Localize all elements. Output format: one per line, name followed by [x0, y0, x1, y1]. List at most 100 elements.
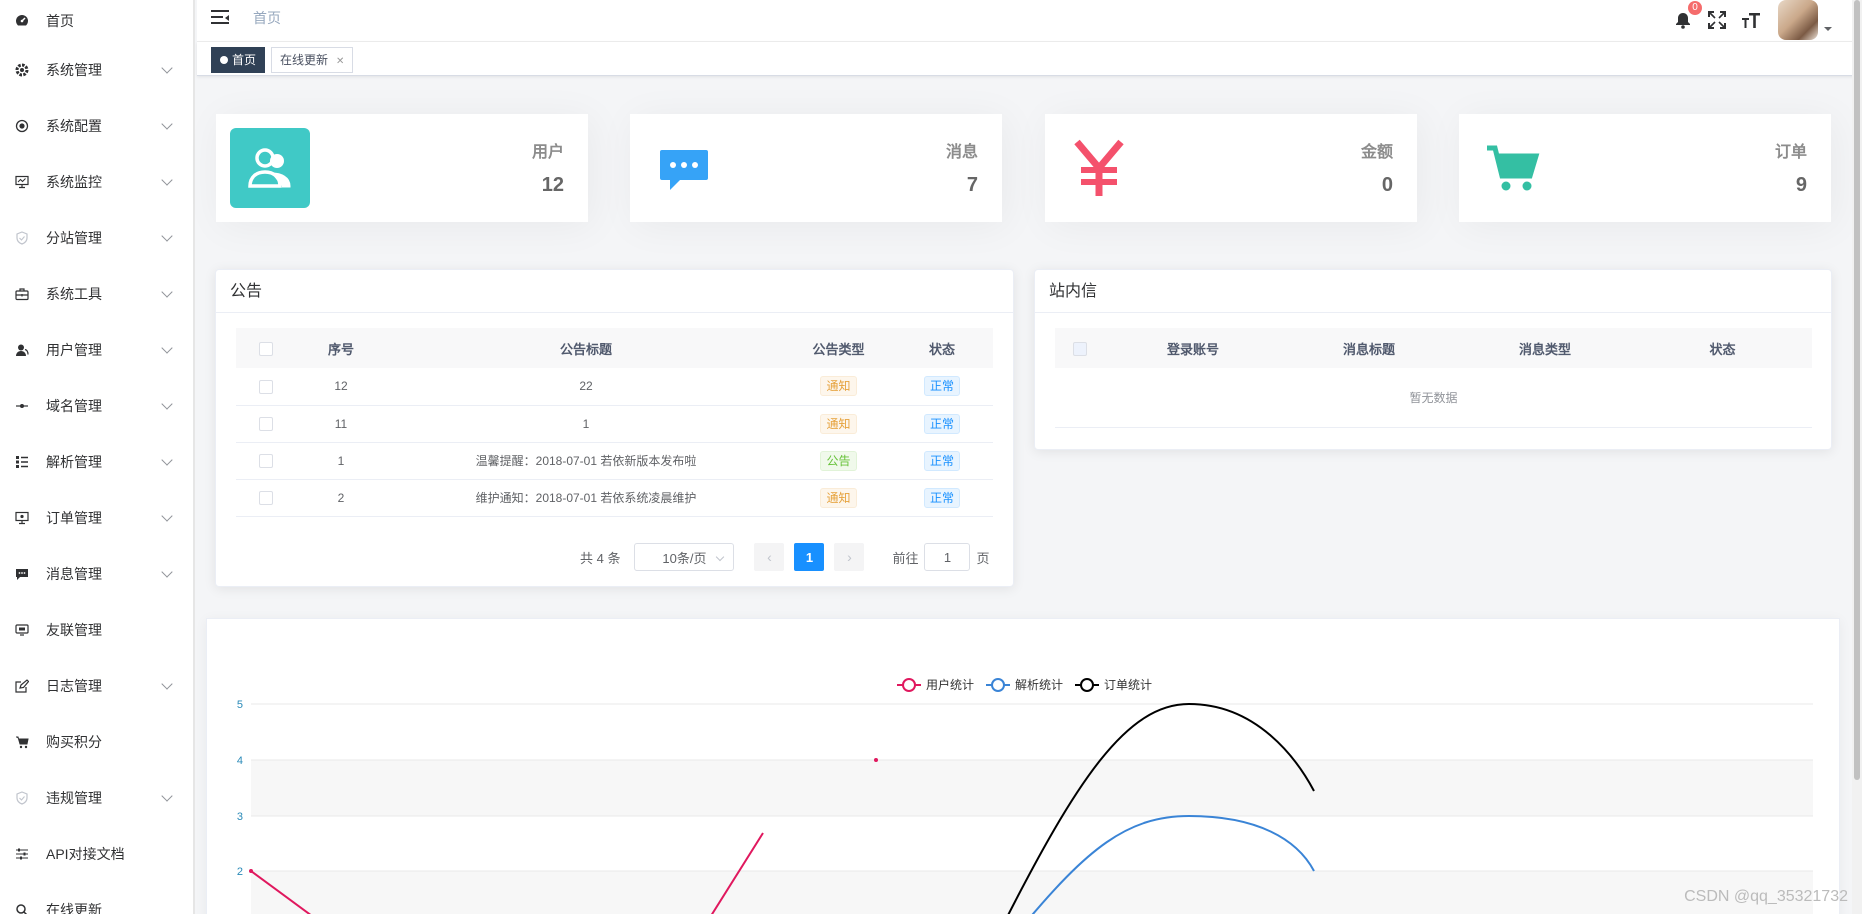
sidebar-item-label: 友联管理 — [46, 622, 102, 638]
line-chart: 5 4 3 2 用户统计 解析统计 订单统计 — [237, 677, 1813, 914]
sidebar-item-label: 系统管理 — [46, 62, 102, 78]
select-all-header — [1055, 328, 1105, 368]
hamburger-icon[interactable] — [211, 10, 229, 26]
column-header[interactable]: 公告类型 — [786, 328, 891, 368]
cell-id: 2 — [296, 479, 386, 517]
sidebar-item[interactable]: 订单管理 — [0, 490, 193, 546]
legend-label: 解析统计 — [1015, 678, 1063, 692]
legend-label: 订单统计 — [1104, 678, 1152, 692]
stat-card-messages[interactable]: 消息 7 — [630, 114, 1002, 222]
tag-home[interactable]: 首页 — [211, 47, 266, 73]
sidebar-item[interactable]: 系统配置 — [0, 98, 193, 154]
row-select-cell — [236, 368, 296, 406]
sidebar-item[interactable]: 系统工具 — [0, 266, 193, 322]
sidebar-item-label: 消息管理 — [46, 566, 102, 582]
sidebar-item[interactable]: 违规管理 — [0, 770, 193, 826]
chevron-down-icon — [161, 62, 173, 74]
sidebar-item[interactable]: 在线更新 — [0, 882, 193, 914]
column-header[interactable]: 公告标题 — [386, 328, 786, 368]
tag-online-update[interactable]: 在线更新 ✕ — [271, 47, 354, 73]
tags-view: 首页 在线更新 ✕ — [197, 42, 1862, 76]
sidebar-item[interactable]: 解析管理 — [0, 434, 193, 490]
goto-page-input[interactable]: 1 — [924, 543, 971, 571]
goto-label: 前往 — [892, 550, 919, 566]
next-page-button[interactable]: › — [834, 543, 865, 571]
sidebar-item[interactable]: 系统监控 — [0, 154, 193, 210]
sidebar-item[interactable]: 消息管理 — [0, 546, 193, 602]
status-tag: 正常 — [923, 376, 960, 397]
grid-band — [251, 871, 1813, 914]
row-checkbox[interactable] — [259, 490, 273, 505]
chevron-down-icon — [161, 174, 173, 186]
select-all-checkbox[interactable] — [259, 341, 273, 356]
row-checkbox[interactable] — [259, 416, 273, 431]
sidebar-item-label: 首页 — [46, 13, 74, 29]
sidebar-item[interactable]: 系统管理 — [0, 42, 193, 98]
chevron-down-icon — [161, 118, 173, 130]
tag-label: 在线更新 — [280, 53, 329, 67]
page-scrollbar[interactable] — [1852, 0, 1862, 914]
sidebar-item[interactable]: 日志管理 — [0, 658, 193, 714]
page-size-select[interactable]: 10条/页 — [634, 543, 735, 571]
sidebar-item[interactable]: 首页 — [0, 0, 193, 42]
caret-down-icon[interactable] — [1824, 27, 1832, 31]
fullscreen-icon[interactable] — [1706, 9, 1728, 31]
table-row[interactable]: 12 22 通知 正常 — [236, 368, 993, 406]
panel-title: 公告 — [216, 270, 1013, 313]
row-checkbox[interactable] — [259, 379, 273, 394]
table-row[interactable]: 2 维护通知：2018-07-01 若依系统凌晨维护 通知 正常 — [236, 479, 993, 517]
stat-value: 9 — [1795, 174, 1807, 196]
sidebar-item-label: 违规管理 — [46, 790, 102, 806]
column-header[interactable]: 消息标题 — [1281, 328, 1457, 368]
breadcrumb[interactable]: 首页 — [253, 8, 281, 28]
column-header[interactable]: 序号 — [296, 328, 386, 368]
cell-status: 正常 — [891, 442, 993, 480]
sidebar: 首页系统管理系统配置系统监控分站管理 系统工具 用户管理 域名管理 解析管理 订单管理消息… — [0, 0, 195, 914]
sidebar-item[interactable]: 友联管理 — [0, 602, 193, 658]
column-header[interactable]: 状态 — [891, 328, 993, 368]
select-all-checkbox[interactable] — [1073, 341, 1087, 356]
sidebar-item[interactable]: 购买积分 — [0, 714, 193, 770]
notice-table: 序号 公告标题 公告类型 状态 12 22 通知 正常 11 1 通知 正常 1 温馨提醒：201… — [236, 328, 993, 517]
type-tag: 通知 — [820, 487, 857, 508]
avatar[interactable] — [1778, 0, 1818, 40]
bell-icon[interactable]: 0 — [1672, 1, 1702, 31]
legend-marker — [1080, 678, 1094, 692]
page-suffix: 页 — [976, 550, 990, 566]
stat-value: 7 — [966, 174, 978, 196]
sidebar-item[interactable]: 分站管理 — [0, 210, 193, 266]
pagination: 共 4 条 10条/页 ‹ 1 › 前往 1 页 — [580, 543, 990, 571]
row-checkbox[interactable] — [259, 453, 273, 468]
type-tag: 公告 — [820, 450, 857, 471]
close-icon[interactable]: ✕ — [336, 56, 344, 67]
sidebar-item[interactable]: 用户管理 — [0, 322, 193, 378]
column-header[interactable]: 消息类型 — [1457, 328, 1633, 368]
shield-icon — [14, 230, 30, 246]
link-icon — [14, 398, 30, 414]
column-header[interactable]: 登录账号 — [1105, 328, 1281, 368]
dashboard-icon — [14, 13, 30, 29]
toolbox-icon — [14, 286, 30, 302]
legend-marker — [991, 678, 1005, 692]
table-row[interactable]: 1 温馨提醒：2018-07-01 若依新版本发布啦 公告 正常 — [236, 442, 993, 480]
cell-id: 1 — [296, 442, 386, 480]
stat-card-orders[interactable]: 订单 9 — [1459, 114, 1831, 222]
page-number-current[interactable]: 1 — [794, 543, 825, 571]
stat-card-amount[interactable]: 金额 0 — [1045, 114, 1417, 222]
chevron-down-icon — [161, 286, 173, 298]
font-size-icon[interactable] — [1740, 9, 1762, 31]
status-tag: 正常 — [923, 450, 960, 471]
sidebar-item[interactable]: API对接文档 — [0, 826, 193, 882]
prev-page-button[interactable]: ‹ — [754, 543, 785, 571]
chevron-down-icon — [161, 566, 173, 578]
column-header[interactable]: 状态 — [1633, 328, 1812, 368]
monitor-icon — [14, 174, 30, 190]
stat-value: 0 — [1381, 174, 1393, 196]
scrollbar-thumb[interactable] — [1854, 0, 1860, 780]
cell-title: 22 — [386, 368, 786, 406]
active-dot-icon — [220, 56, 228, 64]
table-row[interactable]: 11 1 通知 正常 — [236, 405, 993, 443]
sidebar-item-label: 系统监控 — [46, 174, 102, 190]
stat-card-users[interactable]: 用户 12 — [216, 114, 588, 222]
sidebar-item[interactable]: 域名管理 — [0, 378, 193, 434]
